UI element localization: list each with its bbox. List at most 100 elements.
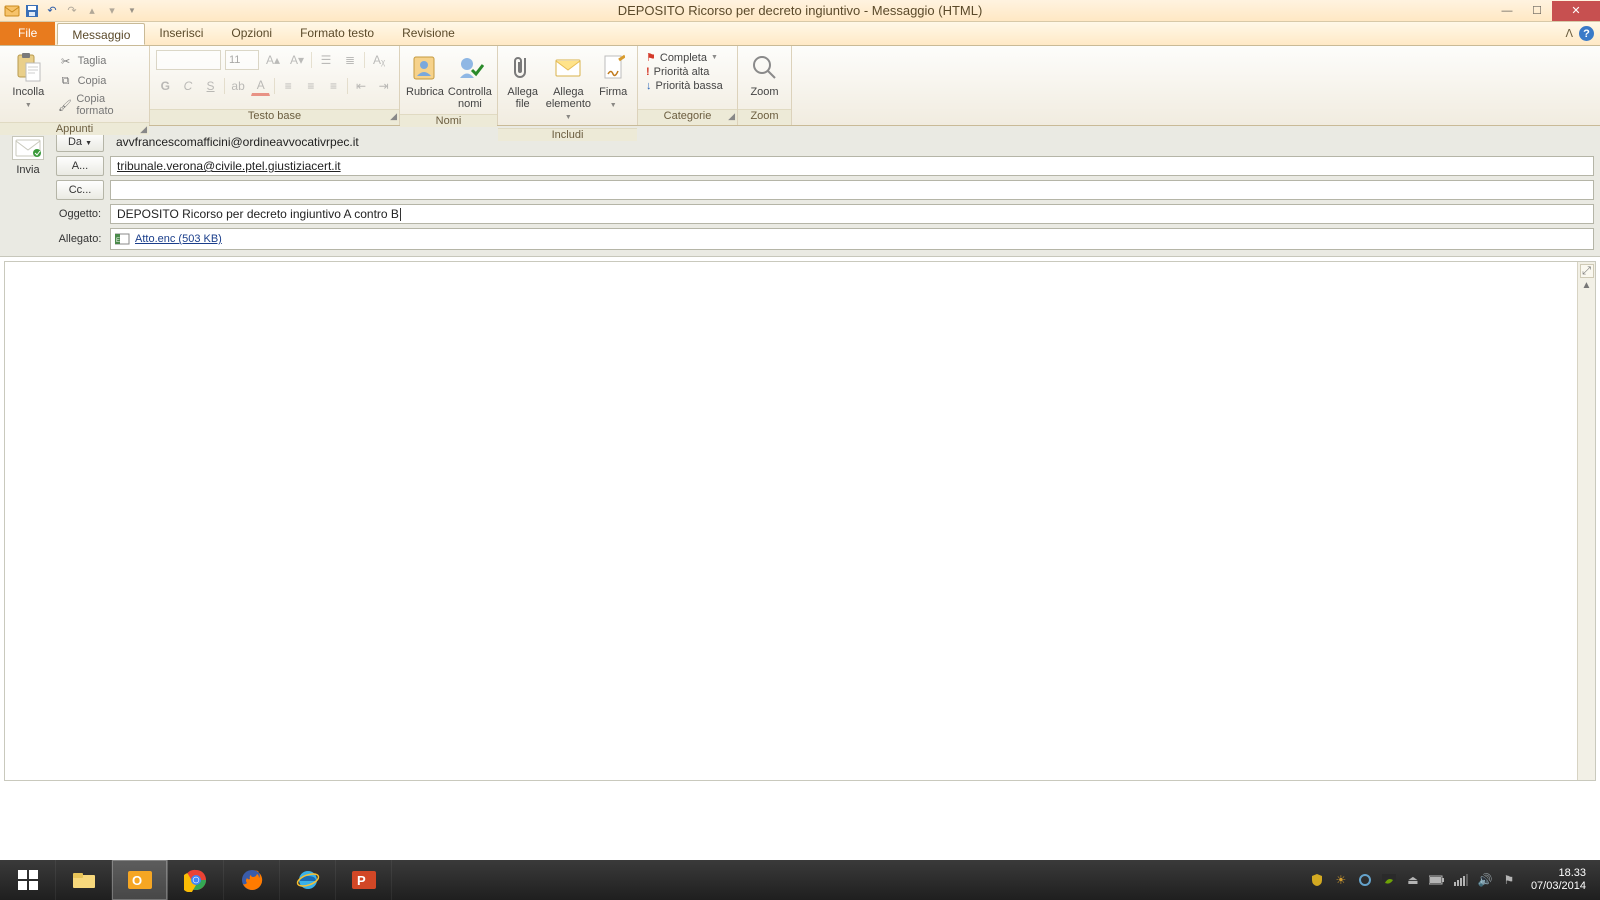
minimize-button[interactable]: — — [1492, 1, 1522, 21]
help-icon[interactable]: ? — [1579, 26, 1594, 41]
window-title: DEPOSITO Ricorso per decreto ingiuntivo … — [618, 3, 983, 18]
tab-options[interactable]: Opzioni — [217, 22, 286, 45]
cut-button[interactable]: ✂Taglia — [55, 52, 143, 70]
attach-file-button[interactable]: Allega file — [504, 50, 541, 110]
attach-item-icon — [552, 52, 584, 84]
svg-text:O: O — [132, 873, 142, 888]
bold-button[interactable]: G — [156, 76, 175, 96]
clipboard-launcher-icon[interactable]: ◢ — [140, 124, 147, 135]
font-color-icon[interactable]: A — [251, 76, 270, 96]
expand-pane-icon[interactable]: ⤢ — [1580, 264, 1594, 278]
subject-field[interactable]: DEPOSITO Ricorso per decreto ingiuntivo … — [110, 204, 1594, 224]
align-center-icon[interactable]: ≡ — [302, 76, 321, 96]
tray-flag-icon[interactable]: ⚑ — [1501, 872, 1517, 888]
zoom-button[interactable]: Zoom — [744, 50, 785, 98]
follow-up-button[interactable]: ⚑Completa ▼ — [644, 50, 731, 65]
address-book-button[interactable]: Rubrica — [406, 50, 444, 98]
indent-inc-icon[interactable]: ⇥ — [374, 76, 393, 96]
from-value: avvfrancescomafficini@ordineavvocativrpe… — [110, 132, 1594, 152]
font-name-input[interactable] — [156, 50, 221, 70]
window-controls: — ☐ ✕ — [1492, 1, 1600, 21]
from-button[interactable]: Da ▼ — [56, 132, 104, 152]
align-left-icon[interactable]: ≡ — [279, 76, 298, 96]
tab-review[interactable]: Revisione — [388, 22, 469, 45]
tray-nvidia-icon[interactable] — [1381, 872, 1397, 888]
paperclip-icon — [507, 52, 539, 84]
exclaim-icon: ! — [646, 66, 650, 78]
quick-access-toolbar: ↶ ↷ ▴ ▾ ▼ — [0, 3, 144, 19]
taskbar-outlook[interactable]: O — [112, 860, 168, 900]
tab-format[interactable]: Formato testo — [286, 22, 388, 45]
titlebar: ↶ ↷ ▴ ▾ ▼ DEPOSITO Ricorso per decreto i… — [0, 0, 1600, 22]
attach-item-button[interactable]: Allega elemento ▼ — [545, 50, 591, 124]
copy-button[interactable]: ⧉Copia — [55, 72, 143, 90]
close-button[interactable]: ✕ — [1552, 1, 1600, 21]
maximize-button[interactable]: ☐ — [1522, 1, 1552, 21]
tags-launcher-icon[interactable]: ◢ — [728, 111, 735, 122]
taskbar-powerpoint[interactable]: P — [336, 860, 392, 900]
tray-network-icon[interactable] — [1453, 872, 1469, 888]
compose-header: Invia Da ▼ avvfrancescomafficini@ordinea… — [0, 126, 1600, 257]
signature-icon — [597, 52, 629, 84]
shrink-font-icon[interactable]: A▾ — [287, 50, 307, 70]
body-scrollbar[interactable]: ⤢ ▲ — [1577, 262, 1595, 780]
save-icon[interactable] — [24, 3, 40, 19]
indent-dec-icon[interactable]: ⇤ — [352, 76, 371, 96]
tab-insert[interactable]: Inserisci — [145, 22, 217, 45]
attach-label: Allegato: — [56, 233, 104, 245]
start-button[interactable] — [0, 860, 56, 900]
taskbar-ie[interactable] — [280, 860, 336, 900]
font-size-input[interactable] — [225, 50, 259, 70]
clear-format-icon[interactable]: Aᵪ — [369, 50, 389, 70]
taskbar-explorer[interactable] — [56, 860, 112, 900]
redo-icon[interactable]: ↷ — [64, 3, 80, 19]
to-button[interactable]: A... — [56, 156, 104, 176]
italic-button[interactable]: C — [179, 76, 198, 96]
tray-volume-icon[interactable]: 🔊 — [1477, 872, 1493, 888]
tray-sun-icon[interactable]: ☀ — [1333, 872, 1349, 888]
numbering-icon[interactable]: ≣ — [340, 50, 360, 70]
prev-icon[interactable]: ▴ — [84, 3, 100, 19]
copy-icon: ⧉ — [58, 73, 74, 89]
font-launcher-icon[interactable]: ◢ — [390, 111, 397, 122]
taskbar-clock[interactable]: 18.33 07/03/2014 — [1525, 867, 1592, 893]
tray-shield-icon[interactable] — [1309, 872, 1325, 888]
undo-icon[interactable]: ↶ — [44, 3, 60, 19]
high-importance-button[interactable]: !Priorità alta — [644, 65, 731, 79]
signature-button[interactable]: Firma ▼ — [595, 50, 631, 112]
zoom-icon — [749, 52, 781, 84]
taskbar: O P ☀ ⏏ 🔊 ⚑ 18.33 07/03/2014 — [0, 860, 1600, 900]
format-painter-button[interactable]: 🖌Copia formato — [55, 92, 143, 118]
paste-button[interactable]: Incolla ▼ — [6, 50, 51, 112]
tray-safe-remove-icon[interactable]: ⏏ — [1405, 872, 1421, 888]
taskbar-firefox[interactable] — [224, 860, 280, 900]
cc-button[interactable]: Cc... — [56, 180, 104, 200]
svg-text:P: P — [357, 873, 366, 888]
tab-file[interactable]: File — [0, 22, 55, 45]
tray-battery-icon[interactable] — [1429, 872, 1445, 888]
ribbon-minimize-icon[interactable]: ᐱ — [1565, 27, 1573, 40]
send-button[interactable] — [12, 136, 44, 160]
attachment-well[interactable]: ENC Atto.enc (503 KB) — [110, 228, 1594, 250]
low-importance-button[interactable]: ↓Priorità bassa — [644, 79, 731, 93]
align-right-icon[interactable]: ≡ — [324, 76, 343, 96]
taskbar-chrome[interactable] — [168, 860, 224, 900]
group-tags: ⚑Completa ▼ !Priorità alta ↓Priorità bas… — [638, 46, 738, 125]
message-body[interactable]: ⤢ ▲ — [4, 261, 1596, 781]
next-icon[interactable]: ▾ — [104, 3, 120, 19]
grow-font-icon[interactable]: A▴ — [263, 50, 283, 70]
tray-sync-icon[interactable] — [1357, 872, 1373, 888]
tab-message[interactable]: Messaggio — [57, 23, 145, 45]
highlight-icon[interactable]: ab — [229, 76, 248, 96]
check-names-button[interactable]: Controlla nomi — [448, 50, 492, 110]
qat-dropdown-icon[interactable]: ▼ — [124, 3, 140, 19]
scroll-up-icon[interactable]: ▲ — [1582, 278, 1592, 293]
ribbon-tabs: File Messaggio Inserisci Opzioni Formato… — [0, 22, 1600, 46]
address-book-icon — [409, 52, 441, 84]
bullets-icon[interactable]: ☰ — [316, 50, 336, 70]
to-field[interactable]: tribunale.verona@civile.ptel.giustiziace… — [110, 156, 1594, 176]
group-basic-text: A▴ A▾ ☰ ≣ Aᵪ G C S ab A ≡ ≡ ≡ ⇤ — [150, 46, 400, 125]
attachment-item[interactable]: ENC Atto.enc (503 KB) — [115, 233, 222, 245]
underline-button[interactable]: S — [201, 76, 220, 96]
cc-field[interactable] — [110, 180, 1594, 200]
